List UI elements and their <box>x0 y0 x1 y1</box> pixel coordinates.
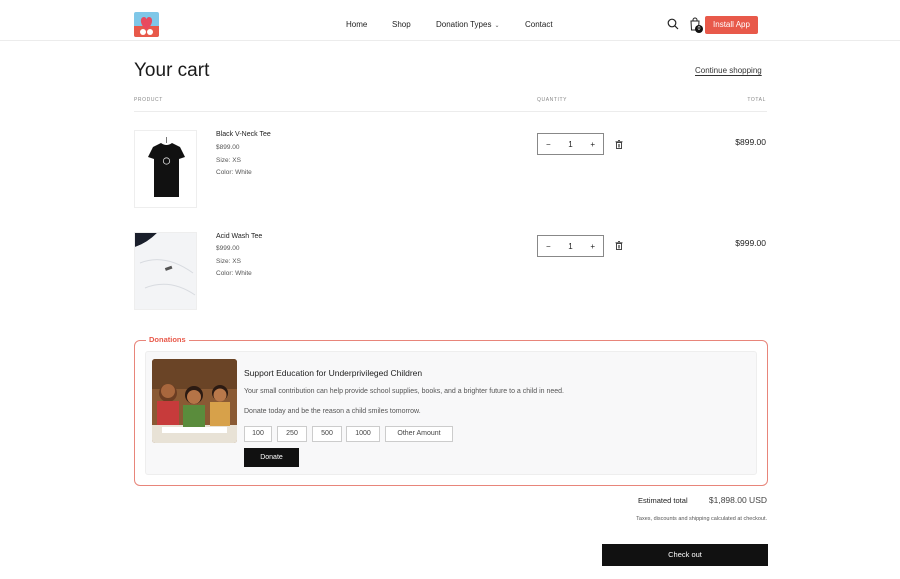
item-price: $999.00 <box>216 245 240 252</box>
trash-icon[interactable] <box>615 140 623 149</box>
search-icon[interactable] <box>667 18 679 30</box>
donation-amount-250[interactable]: 250 <box>277 426 307 442</box>
site-logo[interactable] <box>134 12 159 37</box>
item-line-total: $999.00 <box>735 238 766 248</box>
checkout-button[interactable]: Check out <box>602 544 768 566</box>
item-price: $899.00 <box>216 144 240 151</box>
item-color: Color: White <box>216 270 252 277</box>
nav-home[interactable]: Home <box>346 20 367 29</box>
decrease-qty-button[interactable]: − <box>546 242 551 251</box>
nav-donation-types[interactable]: Donation Types ⌄ <box>436 20 499 29</box>
donation-amount-500[interactable]: 500 <box>312 426 342 442</box>
increase-qty-button[interactable]: + <box>590 140 595 149</box>
quantity-stepper: − 1 + <box>537 133 604 155</box>
donate-button[interactable]: Donate <box>244 448 299 467</box>
chevron-down-icon: ⌄ <box>494 23 500 29</box>
column-header-total: TOTAL <box>747 97 766 103</box>
item-line-total: $899.00 <box>735 137 766 147</box>
header-divider <box>134 111 767 112</box>
decrease-qty-button[interactable]: − <box>546 140 551 149</box>
nav-contact[interactable]: Contact <box>525 20 553 29</box>
site-header: Home Shop Donation Types ⌄ Contact 0 Inst… <box>0 0 900 41</box>
quantity-input[interactable]: 1 <box>568 140 572 149</box>
cart-count-badge: 0 <box>695 25 703 33</box>
donations-legend: Donations <box>146 335 189 344</box>
item-name[interactable]: Acid Wash Tee <box>216 233 262 240</box>
product-image-acid-wash-tee[interactable] <box>134 232 197 310</box>
product-image-black-tee[interactable] <box>134 130 197 208</box>
install-app-button[interactable]: Install App <box>705 16 758 34</box>
donation-title: Support Education for Underprivileged Ch… <box>244 368 423 378</box>
item-color: Color: White <box>216 169 252 176</box>
donation-image <box>152 359 237 443</box>
quantity-input[interactable]: 1 <box>568 242 572 251</box>
column-header-product: PRODUCT <box>134 97 163 103</box>
donation-amount-1000[interactable]: 1000 <box>346 426 380 442</box>
donation-amount-other[interactable]: Other Amount <box>385 426 453 442</box>
column-header-quantity: QUANTITY <box>537 97 568 103</box>
nav-shop[interactable]: Shop <box>392 20 411 29</box>
item-size: Size: XS <box>216 157 241 164</box>
continue-shopping-link[interactable]: Continue shopping <box>695 66 762 75</box>
page-title: Your cart <box>134 60 210 81</box>
donation-amount-100[interactable]: 100 <box>244 426 272 442</box>
estimated-total-value: $1,898.00 USD <box>708 495 767 505</box>
quantity-stepper: − 1 + <box>537 235 604 257</box>
item-size: Size: XS <box>216 258 241 265</box>
trash-icon[interactable] <box>615 241 623 250</box>
nav-donation-types-label: Donation Types <box>436 20 492 29</box>
donation-description: Your small contribution can help provide… <box>244 388 564 395</box>
item-name[interactable]: Black V-Neck Tee <box>216 131 271 138</box>
increase-qty-button[interactable]: + <box>590 242 595 251</box>
tax-note: Taxes, discounts and shipping calculated… <box>636 516 767 522</box>
donation-tagline: Donate today and be the reason a child s… <box>244 408 421 415</box>
estimated-total-label: Estimated total <box>638 496 688 505</box>
